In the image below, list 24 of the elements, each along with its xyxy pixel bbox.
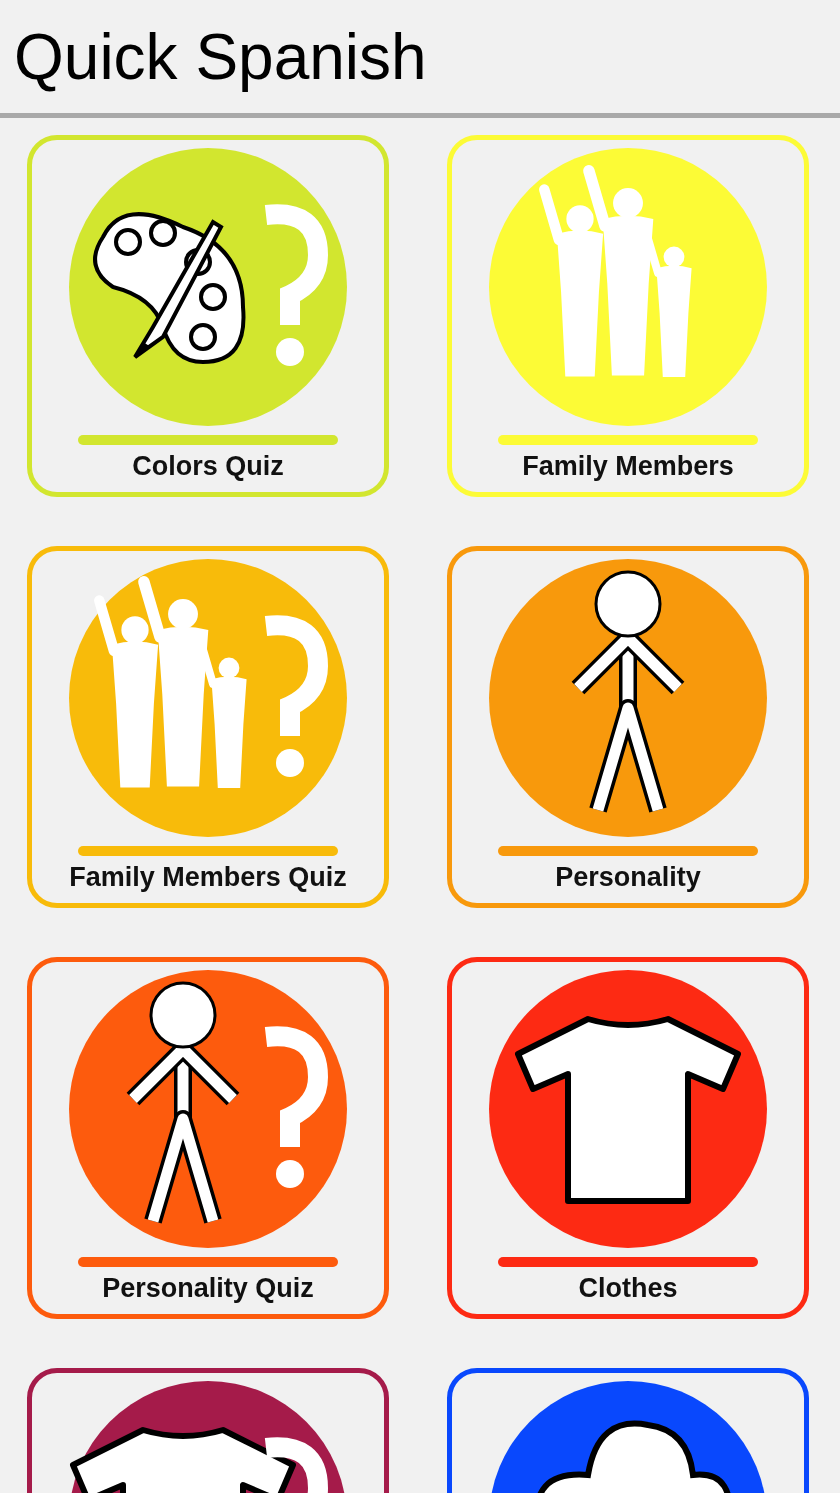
family-silhouette-icon	[94, 576, 247, 788]
family-silhouette-icon	[539, 165, 692, 377]
category-tile[interactable]: Personality Quiz	[27, 957, 389, 1319]
palette-icon	[93, 212, 246, 364]
tile-label: Personality	[555, 862, 701, 893]
question-mark-icon	[265, 615, 328, 777]
category-tile[interactable]: Family Members	[447, 135, 809, 497]
category-tile[interactable]: Family Members Quiz	[27, 546, 389, 908]
question-mark-icon	[265, 1437, 328, 1493]
tile-label: Family Members	[522, 451, 734, 482]
t-shirt-icon	[515, 1016, 741, 1204]
tile-label: Clothes	[578, 1273, 678, 1304]
t-shirt-icon	[70, 1427, 296, 1493]
tile-label: Colors Quiz	[132, 451, 284, 482]
app-title: Quick Spanish	[14, 19, 427, 94]
stick-figure-icon	[571, 570, 685, 813]
tile-label: Personality Quiz	[102, 1273, 314, 1304]
stick-figure-icon	[126, 981, 240, 1224]
question-mark-icon	[265, 1026, 328, 1188]
category-tile[interactable]: Colors Quiz	[27, 135, 389, 497]
category-tile[interactable]: Clothes	[447, 957, 809, 1319]
tile-label: Family Members Quiz	[69, 862, 347, 893]
category-tile[interactable]: Personality	[447, 546, 809, 908]
question-mark-icon	[265, 204, 328, 366]
